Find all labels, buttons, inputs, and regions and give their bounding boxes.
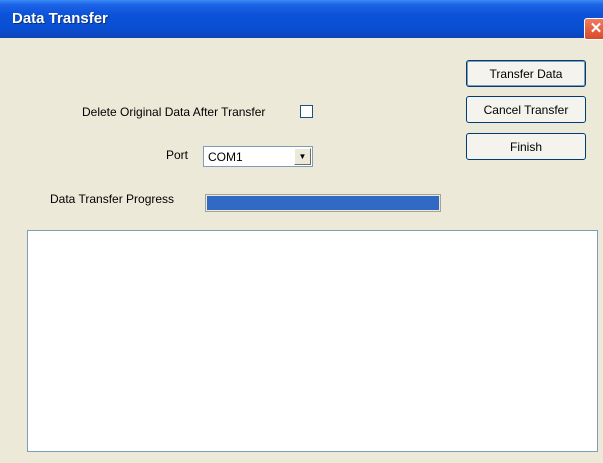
delete-original-checkbox[interactable] xyxy=(300,105,313,118)
port-dropdown-button[interactable]: ▼ xyxy=(294,148,311,165)
close-icon: ✕ xyxy=(589,20,603,37)
delete-original-label: Delete Original Data After Transfer xyxy=(82,105,266,119)
port-label: Port xyxy=(166,148,189,162)
transfer-data-button[interactable]: Transfer Data xyxy=(466,60,586,87)
progress-bar-fill xyxy=(207,196,439,210)
cancel-transfer-button[interactable]: Cancel Transfer xyxy=(466,96,586,123)
dialog-client-area: Delete Original Data After Transfer Port… xyxy=(0,38,603,463)
progress-label: Data Transfer Progress xyxy=(50,192,175,206)
transfer-progress-bar xyxy=(205,194,441,212)
finish-button[interactable]: Finish xyxy=(466,133,586,160)
window-title: Data Transfer xyxy=(12,10,108,27)
transfer-log-area[interactable] xyxy=(27,230,598,452)
chevron-down-icon: ▼ xyxy=(298,152,307,161)
port-select-value: COM1 xyxy=(208,150,243,164)
close-button[interactable]: ✕ xyxy=(584,18,603,40)
data-transfer-window: Data Transfer ✕ Delete Original Data Aft… xyxy=(0,0,603,463)
title-bar[interactable]: Data Transfer ✕ xyxy=(0,0,603,40)
port-select[interactable]: COM1 ▼ xyxy=(203,146,313,167)
